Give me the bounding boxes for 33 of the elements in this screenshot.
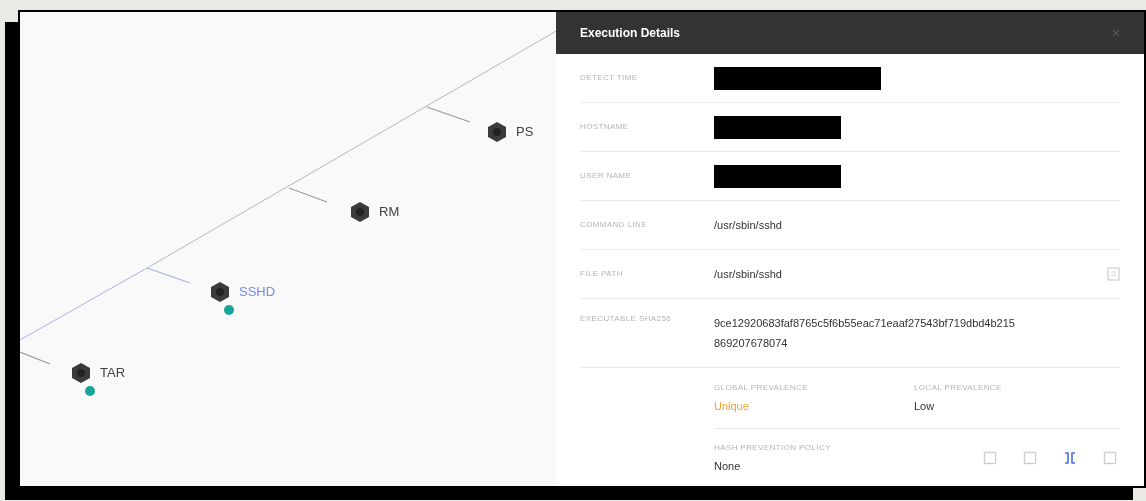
prevalence-label: GLOBAL PREVALENCE: [714, 381, 809, 394]
prevalence-label: LOCAL PREVALENCE: [914, 381, 1003, 394]
copy-icon[interactable]: [1107, 267, 1120, 281]
action-icon: [983, 451, 997, 465]
field-value: /usr/sbin/sshd: [714, 218, 783, 233]
process-label[interactable]: TAR: [100, 363, 126, 383]
policy-label: HASH PREVENTION POLICY: [714, 441, 831, 454]
process-label[interactable]: PS: [516, 122, 534, 142]
process-icon: [211, 282, 229, 302]
field-label: HOSTNAME: [580, 121, 630, 133]
policy-value: None: [714, 458, 742, 474]
close-icon[interactable]: [1112, 29, 1120, 37]
field-label: COMMAND LINE: [580, 219, 649, 231]
panel-title: Execution Details: [580, 25, 681, 42]
field-value: 9ce12920683faf8765c5f6b55eac71eaaf27543bf719dbd4b215869207678074: [714, 316, 1016, 351]
process-icon: [488, 122, 506, 142]
prevalence-value: Unique: [714, 398, 750, 414]
connector-line: [146, 267, 191, 284]
field-label: DETECT TIME: [580, 72, 639, 84]
action-icon: [1063, 451, 1077, 465]
connector-line: [20, 351, 51, 365]
process-icon: [72, 363, 90, 383]
connector-line: [288, 187, 328, 203]
field-label: FILE PATH: [580, 268, 624, 280]
field-value: /usr/sbin/sshd: [714, 266, 782, 282]
action-icon: [1103, 451, 1117, 465]
connector-line: [426, 106, 471, 123]
field-label: USER NAME: [580, 170, 633, 182]
process-label[interactable]: RM: [379, 202, 400, 222]
action-icon: [1023, 451, 1037, 465]
field-label: EXECUTABLE SHA256: [580, 313, 673, 325]
process-icon: [351, 202, 369, 222]
prevalence-value: Low: [914, 398, 936, 414]
